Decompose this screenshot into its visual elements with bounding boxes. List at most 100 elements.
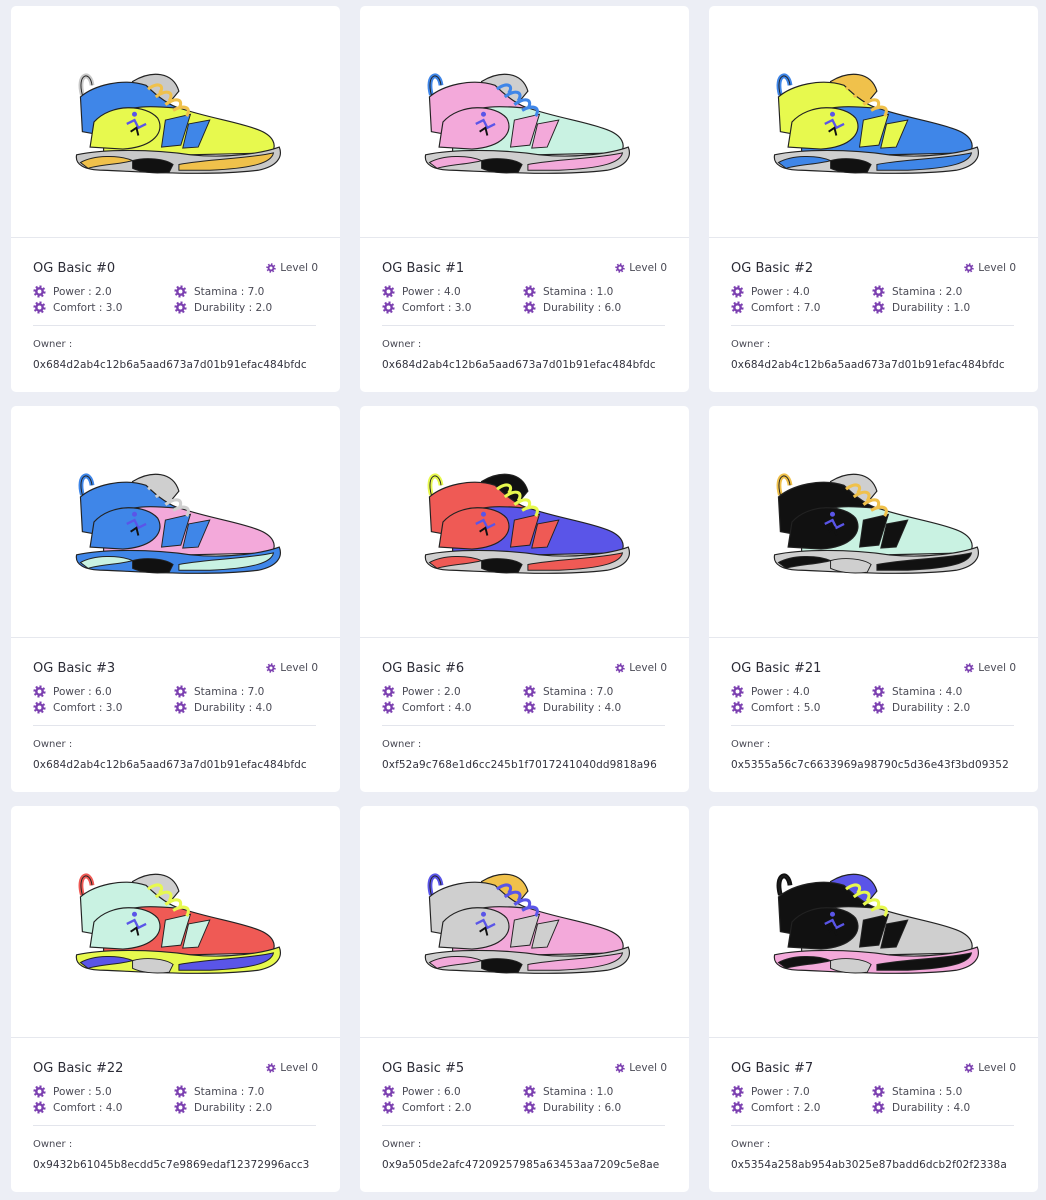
gear-icon [33, 285, 46, 298]
sneaker-card-4[interactable]: OG Basic #6 Level 0 Power : 2.0 Stamina … [360, 406, 689, 792]
level-badge: Level 0 [266, 662, 318, 674]
sneaker-image[interactable] [11, 806, 340, 1038]
stat-durability: Durability : 4.0 [174, 701, 314, 714]
owner-address[interactable]: 0x9a505de2afc47209257985a63453aa7209c5e8… [382, 1159, 667, 1171]
stat-power: Power : 4.0 [731, 685, 872, 698]
stat-power: Power : 4.0 [731, 285, 872, 298]
stat-durability: Durability : 4.0 [523, 701, 663, 714]
sneaker-card-8[interactable]: OG Basic #7 Level 0 Power : 7.0 Stamina … [709, 806, 1038, 1192]
owner-address[interactable]: 0x684d2ab4c12b6a5aad673a7d01b91efac484bf… [33, 759, 318, 771]
stat-power-text: Power : 4.0 [751, 685, 810, 698]
stat-stamina: Stamina : 7.0 [523, 685, 663, 698]
sneaker-illustration [773, 873, 979, 974]
stat-comfort: Comfort : 7.0 [731, 301, 872, 314]
level-badge: Level 0 [964, 662, 1016, 674]
sneaker-image[interactable] [709, 6, 1038, 238]
stat-power-text: Power : 2.0 [53, 285, 112, 298]
gear-icon [266, 263, 277, 273]
stat-durability-text: Durability : 4.0 [892, 1101, 971, 1114]
level-badge: Level 0 [964, 262, 1016, 274]
sneaker-image[interactable] [11, 6, 340, 238]
sneaker-title: OG Basic #0 [33, 260, 116, 276]
stat-durability-text: Durability : 6.0 [543, 301, 622, 314]
stat-durability-text: Durability : 2.0 [194, 301, 273, 314]
sneaker-card-3[interactable]: OG Basic #3 Level 0 Power : 6.0 Stamina … [11, 406, 340, 792]
owner-address[interactable]: 0x5354a258ab954ab3025e87badd6dcb2f02f233… [731, 1159, 1016, 1171]
gear-icon [266, 1063, 277, 1073]
gear-icon [872, 1101, 885, 1114]
gear-icon [872, 301, 885, 314]
owner-address[interactable]: 0x9432b61045b8ecdd5c7e9869edaf12372996ac… [33, 1159, 318, 1171]
stat-power-text: Power : 2.0 [402, 685, 461, 698]
stat-power: Power : 7.0 [731, 1085, 872, 1098]
owner-label: Owner : [382, 339, 422, 350]
stat-power: Power : 6.0 [33, 685, 174, 698]
level-badge: Level 0 [964, 1062, 1016, 1074]
sneaker-image[interactable] [709, 406, 1038, 638]
level-text: Level 0 [629, 1062, 667, 1074]
stat-comfort-text: Comfort : 5.0 [751, 701, 821, 714]
owner-address[interactable]: 0x684d2ab4c12b6a5aad673a7d01b91efac484bf… [33, 359, 318, 371]
sneaker-illustration [75, 873, 281, 974]
sneaker-title: OG Basic #7 [731, 1060, 814, 1076]
sneaker-image[interactable] [360, 6, 689, 238]
gear-icon [523, 285, 536, 298]
sneaker-card-5[interactable]: OG Basic #21 Level 0 Power : 4.0 Stamina… [709, 406, 1038, 792]
stat-power: Power : 2.0 [33, 285, 174, 298]
stat-comfort: Comfort : 2.0 [731, 1101, 872, 1114]
sneaker-illustration [424, 73, 630, 174]
stat-comfort: Comfort : 3.0 [33, 301, 174, 314]
level-badge: Level 0 [615, 262, 667, 274]
owner-label: Owner : [731, 739, 771, 750]
sneaker-card-6[interactable]: OG Basic #22 Level 0 Power : 5.0 Stamina… [11, 806, 340, 1192]
sneaker-title: OG Basic #21 [731, 660, 822, 676]
stat-durability: Durability : 6.0 [523, 301, 663, 314]
sneaker-illustration [773, 473, 979, 574]
gear-icon [174, 685, 187, 698]
stat-comfort-text: Comfort : 3.0 [402, 301, 472, 314]
gear-icon [33, 1085, 46, 1098]
stat-stamina-text: Stamina : 7.0 [194, 685, 265, 698]
sneaker-image[interactable] [11, 406, 340, 638]
sneaker-grid: OG Basic #0 Level 0 Power : 2.0 Stamina … [11, 6, 1038, 1192]
stat-power: Power : 5.0 [33, 1085, 174, 1098]
stats-panel: Power : 7.0 Stamina : 5.0 Comfort : 2.0 … [731, 1085, 1014, 1126]
stat-durability-text: Durability : 6.0 [543, 1101, 622, 1114]
stat-power: Power : 4.0 [382, 285, 523, 298]
sneaker-image[interactable] [709, 806, 1038, 1038]
level-text: Level 0 [629, 262, 667, 274]
owner-address[interactable]: 0xf52a9c768e1d6cc245b1f7017241040dd9818a… [382, 759, 667, 771]
stat-stamina-text: Stamina : 7.0 [543, 685, 614, 698]
stat-comfort-text: Comfort : 2.0 [402, 1101, 472, 1114]
level-badge: Level 0 [615, 662, 667, 674]
sneaker-card-1[interactable]: OG Basic #1 Level 0 Power : 4.0 Stamina … [360, 6, 689, 392]
owner-address[interactable]: 0x684d2ab4c12b6a5aad673a7d01b91efac484bf… [731, 359, 1016, 371]
owner-address[interactable]: 0x5355a56c7c6633969a98790c5d36e43f3bd093… [731, 759, 1016, 771]
sneaker-card-0[interactable]: OG Basic #0 Level 0 Power : 2.0 Stamina … [11, 6, 340, 392]
gear-icon [615, 263, 626, 273]
sneaker-title: OG Basic #5 [382, 1060, 465, 1076]
stat-durability: Durability : 4.0 [872, 1101, 1012, 1114]
gear-icon [174, 701, 187, 714]
stat-power-text: Power : 6.0 [402, 1085, 461, 1098]
level-text: Level 0 [280, 662, 318, 674]
gear-icon [33, 685, 46, 698]
level-text: Level 0 [978, 662, 1016, 674]
stat-stamina-text: Stamina : 5.0 [892, 1085, 963, 1098]
sneaker-title: OG Basic #6 [382, 660, 465, 676]
sneaker-card-2[interactable]: OG Basic #2 Level 0 Power : 4.0 Stamina … [709, 6, 1038, 392]
sneaker-card-7[interactable]: OG Basic #5 Level 0 Power : 6.0 Stamina … [360, 806, 689, 1192]
sneaker-image[interactable] [360, 806, 689, 1038]
gear-icon [382, 685, 395, 698]
owner-address[interactable]: 0x684d2ab4c12b6a5aad673a7d01b91efac484bf… [382, 359, 667, 371]
gear-icon [523, 1085, 536, 1098]
sneaker-image[interactable] [360, 406, 689, 638]
level-badge: Level 0 [615, 1062, 667, 1074]
sneaker-title: OG Basic #3 [33, 660, 116, 676]
stat-stamina: Stamina : 1.0 [523, 1085, 663, 1098]
gear-icon [174, 1085, 187, 1098]
stat-durability-text: Durability : 1.0 [892, 301, 971, 314]
level-badge: Level 0 [266, 262, 318, 274]
stat-comfort-text: Comfort : 4.0 [53, 1101, 123, 1114]
gear-icon [174, 301, 187, 314]
